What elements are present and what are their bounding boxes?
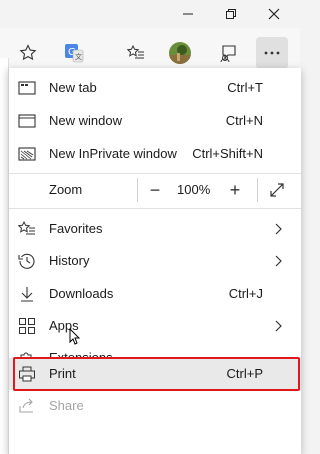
print-icon — [17, 364, 37, 384]
zoom-separator — [137, 178, 138, 202]
menu-item-print[interactable]: Print Ctrl+P — [9, 358, 301, 390]
menu-item-label: Print — [49, 366, 76, 381]
zoom-control: Zoom − 100% + — [9, 174, 301, 206]
zoom-value: 100% — [177, 182, 211, 197]
fullscreen-icon — [270, 183, 284, 197]
menu-item-shortcut: Ctrl+J — [228, 286, 263, 301]
feedback-icon — [220, 45, 236, 62]
minimize-button[interactable] — [170, 0, 206, 28]
share-icon — [17, 396, 37, 416]
new-tab-icon — [17, 78, 37, 98]
menu-item-shortcut: Ctrl+T — [227, 80, 263, 95]
chevron-right-icon — [275, 223, 282, 235]
chevron-right-icon — [275, 255, 282, 267]
menu-item-downloads[interactable]: Downloads Ctrl+J — [9, 278, 301, 310]
menu-item-label: History — [49, 253, 90, 268]
menu-item-apps[interactable]: Apps — [9, 310, 301, 342]
menu-item-label: Downloads — [49, 286, 114, 301]
translate-icon: G 文 — [65, 44, 84, 63]
menu-item-shortcut: Ctrl+Shift+N — [192, 146, 263, 161]
restore-icon — [226, 9, 236, 19]
menu-item-new-tab[interactable]: New tab Ctrl+T — [9, 72, 301, 104]
feedback-button[interactable] — [212, 37, 244, 69]
restore-button[interactable] — [213, 0, 249, 28]
star-icon — [19, 44, 37, 61]
chevron-right-icon — [275, 320, 282, 332]
zoom-label: Zoom — [49, 182, 83, 197]
svg-text:文: 文 — [75, 52, 82, 61]
menu-item-label: New InPrivate window — [49, 146, 177, 161]
translate-button[interactable]: G 文 — [58, 37, 90, 69]
new-window-icon — [17, 111, 37, 131]
zoom-separator — [257, 178, 258, 202]
menu-item-new-inprivate-window[interactable]: New InPrivate window Ctrl+Shift+N — [9, 138, 301, 170]
more-icon — [264, 51, 280, 55]
menu-item-shortcut: Ctrl+P — [226, 366, 263, 381]
close-icon — [268, 8, 280, 20]
menu-item-new-window[interactable]: New window Ctrl+N — [9, 105, 301, 137]
minimize-icon — [183, 13, 193, 15]
fullscreen-button[interactable] — [263, 176, 291, 204]
profile-button[interactable] — [164, 37, 196, 69]
apps-icon — [17, 316, 37, 336]
settings-menu: New tab Ctrl+T New window Ctrl+N New InP… — [8, 68, 301, 454]
menu-item-label: Share — [49, 398, 84, 413]
menu-item-favorites[interactable]: Favorites — [9, 213, 301, 245]
favorites-list-icon — [127, 44, 144, 59]
menu-item-share: Share — [9, 390, 301, 422]
mouse-cursor-icon — [69, 328, 81, 345]
downloads-icon — [17, 284, 37, 304]
favorite-star-button[interactable] — [12, 37, 44, 69]
menu-item-label: Favorites — [49, 221, 103, 236]
menu-item-label: New tab — [49, 80, 97, 95]
inprivate-icon — [17, 144, 37, 164]
avatar — [169, 42, 191, 64]
favorites-list-button[interactable] — [120, 37, 152, 69]
menu-item-label: New window — [49, 113, 122, 128]
favorites-icon — [17, 219, 37, 239]
close-button[interactable] — [256, 0, 292, 28]
zoom-in-button[interactable]: + — [221, 176, 249, 204]
zoom-out-button[interactable]: − — [141, 176, 169, 204]
settings-more-button[interactable] — [256, 37, 288, 69]
menu-item-shortcut: Ctrl+N — [225, 113, 263, 128]
menu-divider — [9, 208, 301, 209]
menu-item-history[interactable]: History — [9, 245, 301, 277]
title-bar — [0, 0, 300, 28]
history-icon — [17, 251, 37, 271]
